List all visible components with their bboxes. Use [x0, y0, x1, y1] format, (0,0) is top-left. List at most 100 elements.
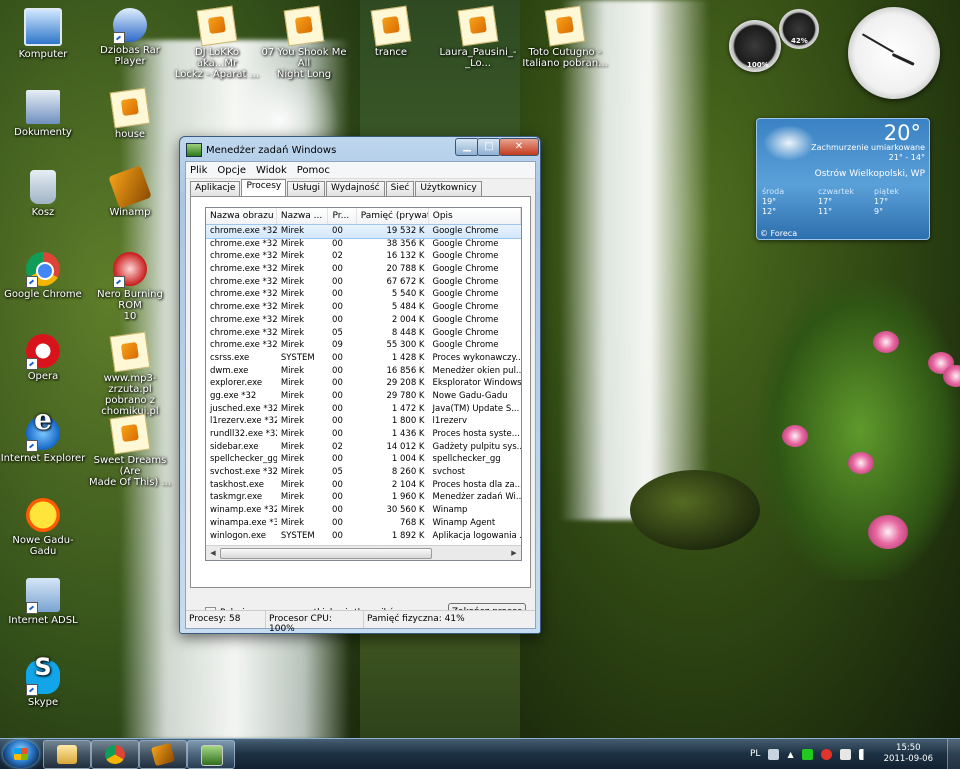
taskbar-task-manager-button[interactable] — [187, 740, 235, 769]
desktop-icon-komputer[interactable]: Komputer — [0, 8, 86, 60]
process-cell: chrome.exe *32 — [210, 264, 277, 275]
tab-applications[interactable]: Aplikacje — [190, 181, 241, 196]
scrollbar-thumb[interactable] — [220, 548, 432, 559]
process-row[interactable]: taskmgr.exe Mirek 00 1 960 K Menedżer zadań … — [206, 491, 521, 504]
window-titlebar[interactable]: Menedżer zadań Windows — [186, 142, 336, 158]
column-description[interactable]: Opis — [429, 208, 521, 224]
close-button[interactable]: ✕ — [499, 138, 539, 156]
taskbar-explorer-button[interactable] — [43, 740, 91, 769]
process-cell: Mirek — [280, 390, 304, 401]
cpu-meter-gadget[interactable]: 100% — [729, 20, 781, 72]
desktop-icon-opera[interactable]: Opera — [0, 334, 86, 382]
start-button[interactable] — [3, 740, 39, 768]
process-row[interactable]: explorer.exe Mirek 00 29 208 K Eksplorator W… — [206, 377, 521, 390]
taskbar-winamp-button[interactable] — [139, 740, 187, 769]
process-row[interactable]: chrome.exe *32 Mirek 00 5 540 K Google Chrom… — [206, 288, 521, 301]
process-row[interactable]: chrome.exe *32 Mirek 00 67 672 K Google Chro… — [206, 276, 521, 289]
menu-view[interactable]: Widok — [256, 165, 287, 176]
language-indicator[interactable]: PL — [750, 749, 760, 759]
show-desktop-button[interactable] — [947, 739, 960, 769]
process-row[interactable]: chrome.exe *32 Mirek 00 38 356 K Google Chro… — [206, 238, 521, 251]
menu-options[interactable]: Opcje — [217, 165, 246, 176]
process-row[interactable]: dwm.exe Mirek 00 16 856 K Menedżer okien pul… — [206, 365, 521, 378]
process-cell: Mirek — [280, 403, 304, 414]
task-manager-window[interactable]: Menedżer zadań Windows ▁ □ ✕ Plik Opcje … — [179, 136, 541, 634]
desktop-icon-skype[interactable]: Skype — [0, 660, 86, 708]
process-row[interactable]: spellchecker_gg...Mirek 00 1 004 K spellche… — [206, 453, 521, 466]
status-icon[interactable] — [801, 748, 813, 760]
desktop-icon-toto-cutugno[interactable]: Toto Cutugno - Italiano pobran... — [522, 5, 608, 69]
computer-icon — [24, 8, 62, 46]
system-clock[interactable]: 15:50 2011-09-06 — [884, 743, 933, 765]
show-hidden-icons-icon[interactable]: ▲ — [787, 750, 793, 759]
desktop-icon-mp3-zrzuta[interactable]: www.mp3-zrzuta.pl pobrano z chomikuj.pl — [87, 331, 173, 417]
menu-file[interactable]: Plik — [190, 165, 207, 176]
desktop-icon-trance[interactable]: trance — [348, 5, 434, 58]
process-row[interactable]: winamp.exe *32 Mirek 00 30 560 K Winamp — [206, 504, 521, 517]
clock-hour-hand — [891, 53, 915, 66]
desktop-icon-google-chrome[interactable]: Google Chrome — [0, 252, 86, 300]
process-row[interactable]: svchost.exe *32 Mirek 05 8 260 K svchost — [206, 466, 521, 479]
menu-help[interactable]: Pomoc — [297, 165, 330, 176]
desktop-icon-laura-pausini[interactable]: Laura_Pausini_-_Lo... — [435, 5, 521, 69]
desktop-icon-winamp[interactable]: Winamp — [87, 165, 173, 218]
column-user-name[interactable]: Nazwa ... — [277, 208, 329, 224]
tab-processes[interactable]: Procesy — [241, 179, 287, 196]
process-row[interactable]: gg.exe *32 Mirek 00 29 780 K Nowe Gadu-Gadu — [206, 390, 521, 403]
desktop-icon-dj-lokko[interactable]: DJ LoKKo aka...Mr Lockz - Aparat ... — [174, 5, 260, 80]
process-row[interactable]: chrome.exe *32 Mirek 05 8 448 K Google Chrom… — [206, 327, 521, 340]
column-image-name[interactable]: Nazwa obrazu — [206, 208, 277, 224]
desktop-icon-internet-adsl[interactable]: Internet ADSL — [0, 578, 86, 626]
process-cell: Mirek — [280, 251, 304, 262]
process-cell: csrss.exe — [210, 352, 250, 363]
process-list[interactable]: Nazwa obrazu Nazwa ... Pr... Pamięć (pry… — [205, 207, 522, 561]
desktop-icon-internet-explorer[interactable]: Internet Explorer — [0, 414, 86, 464]
taskbar-chrome-button[interactable] — [91, 740, 139, 769]
minimize-button[interactable]: ▁ — [455, 138, 479, 156]
process-cell: Mirek — [280, 238, 304, 249]
desktop-icon-gadu-gadu[interactable]: Nowe Gadu-Gadu — [0, 498, 86, 557]
scroll-right-icon[interactable]: ▶ — [508, 547, 520, 559]
desktop-icon-sweet-dreams[interactable]: Sweet Dreams (Are Made Of This) ... — [87, 413, 173, 488]
process-row[interactable]: winlogon.exe SYSTEM 00 1 892 K Aplikacja log… — [206, 530, 521, 543]
volume-icon[interactable] — [858, 748, 870, 760]
scroll-left-icon[interactable]: ◀ — [207, 547, 219, 559]
process-row[interactable]: chrome.exe *32 Mirek 00 20 788 K Google Chro… — [206, 263, 521, 276]
clock-gadget[interactable] — [848, 7, 940, 99]
process-row[interactable]: sidebar.exe Mirek 02 14 012 K Gadżety pulpit… — [206, 441, 521, 454]
process-row[interactable]: rundll32.exe *32 Mirek 00 1 436 K Proces hos… — [206, 428, 521, 441]
antivirus-icon[interactable] — [820, 748, 832, 760]
desktop-icon-dokumenty[interactable]: Dokumenty — [0, 90, 86, 138]
process-row[interactable]: chrome.exe *32 Mirek 00 19 532 K Google Chro… — [206, 224, 521, 239]
network-icon[interactable] — [839, 748, 851, 760]
column-memory[interactable]: Pamięć (prywatn... — [357, 208, 429, 224]
desktop-icon-house[interactable]: house — [87, 87, 173, 140]
desktop-icon-nero[interactable]: Nero Burning ROM 10 — [87, 252, 173, 322]
process-row[interactable]: chrome.exe *32 Mirek 00 2 004 K Google Chrom… — [206, 314, 521, 327]
weather-provider-link[interactable]: © Foreca — [760, 229, 797, 238]
process-row[interactable]: jusched.exe *32 Mirek 00 1 472 K Java(TM) Up… — [206, 403, 521, 416]
desktop-icon-kosz[interactable]: Kosz — [0, 170, 86, 218]
horizontal-scrollbar[interactable]: ◀ ▶ — [206, 545, 521, 560]
process-row[interactable]: chrome.exe *32 Mirek 09 55 300 K Google Chro… — [206, 339, 521, 352]
process-row[interactable]: chrome.exe *32 Mirek 00 5 484 K Google Chrom… — [206, 301, 521, 314]
desktop-icon-dziobas-rar-player[interactable]: Dziobas Rar Player — [87, 8, 173, 67]
process-row[interactable]: l1rezerv.exe *32 Mirek 00 1 800 K l1rezerv — [206, 415, 521, 428]
keyboard-icon[interactable] — [768, 748, 780, 760]
tab-users[interactable]: Użytkownicy — [415, 181, 482, 196]
process-row[interactable]: chrome.exe *32 Mirek 02 16 132 K Google Chro… — [206, 250, 521, 263]
process-cell: 30 560 K — [386, 505, 425, 516]
memory-meter-gadget[interactable]: 42% — [779, 9, 819, 49]
process-cell: Mirek — [280, 429, 304, 439]
process-row[interactable]: winampa.exe *32Mirek 00 768 K Winamp Agent — [206, 517, 521, 530]
desktop-icon-you-shook-me[interactable]: 07 You Shook Me All Night Long — [261, 5, 347, 80]
process-row[interactable]: taskhost.exe Mirek 00 2 104 K Proces hosta d… — [206, 479, 521, 492]
weather-gadget[interactable]: 20° Zachmurzenie umiarkowane 21° - 14° O… — [756, 118, 930, 240]
tab-network[interactable]: Sieć — [385, 181, 415, 196]
tab-performance[interactable]: Wydajność — [325, 181, 385, 196]
maximize-button[interactable]: □ — [477, 138, 501, 156]
column-cpu[interactable]: Pr... — [328, 208, 357, 224]
tab-services[interactable]: Usługi — [287, 181, 325, 196]
process-cell: Mirek — [280, 517, 304, 528]
process-row[interactable]: csrss.exe SYSTEM 00 1 428 K Proces wykonawcz… — [206, 352, 521, 365]
